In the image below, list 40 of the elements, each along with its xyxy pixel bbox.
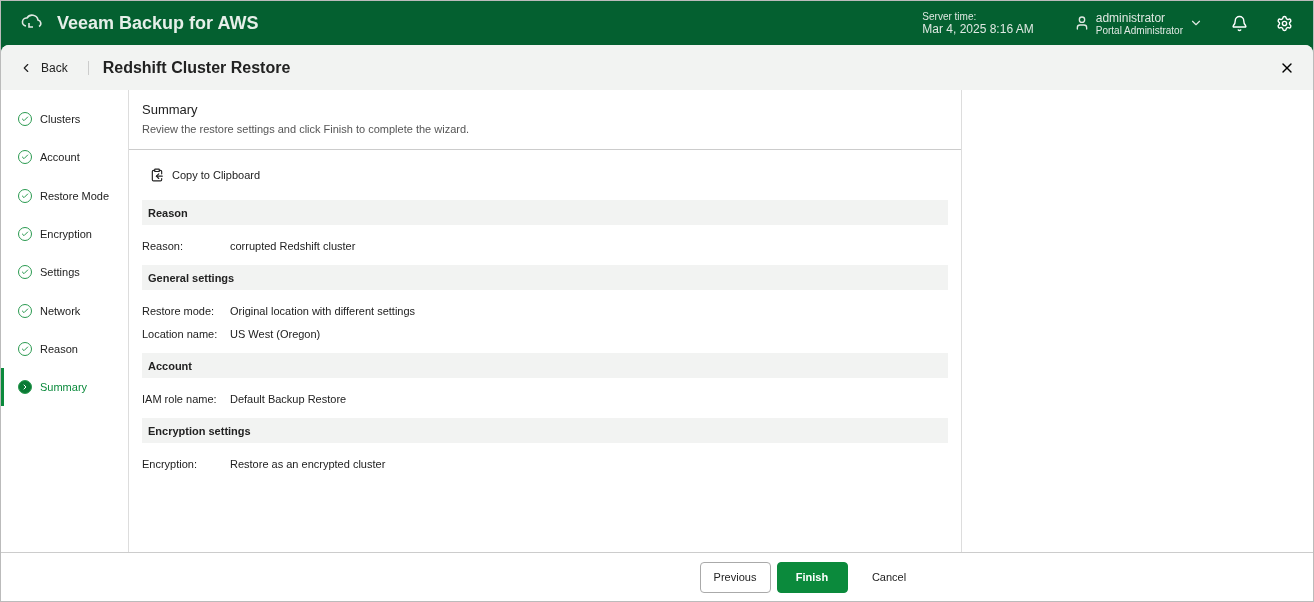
wizard-title: Redshift Cluster Restore: [102, 58, 291, 77]
clipboard-icon: [150, 168, 164, 182]
section-header: Encryption settings: [142, 418, 948, 443]
bell-icon: [1231, 14, 1248, 32]
copy-to-clipboard-button[interactable]: Copy to Clipboard: [142, 168, 269, 182]
wizard-step[interactable]: Restore Mode: [1, 176, 128, 215]
field-value: Restore as an encrypted cluster: [230, 457, 386, 470]
field-value: corrupted Redshift cluster: [230, 239, 356, 252]
section-header: Account: [142, 353, 948, 378]
app-title: Veeam Backup for AWS: [57, 12, 259, 34]
section-header: General settings: [142, 265, 948, 290]
field-value: Default Backup Restore: [230, 392, 347, 405]
wizard-button[interactable]: Finish: [776, 561, 848, 593]
current-step-icon: [18, 380, 32, 395]
page-title: Summary: [142, 102, 199, 117]
wizard-button[interactable]: Previous: [699, 561, 771, 593]
user-role: Portal Administrator: [1095, 24, 1183, 36]
field-label: Encryption:: [142, 457, 199, 470]
server-time: Mar 4, 2025 8:16 AM: [922, 21, 1034, 36]
settings-button[interactable]: [1276, 14, 1293, 32]
section-header: Reason: [142, 200, 948, 225]
gear-icon: [1276, 14, 1293, 32]
wizard-step[interactable]: Settings: [1, 253, 128, 292]
wizard-step[interactable]: Clusters: [1, 100, 128, 139]
page-description: Review the restore settings and click Finish to complete the wizard.: [142, 123, 471, 135]
wizard-step[interactable]: Summary: [1, 368, 128, 407]
wizard-step[interactable]: Reason: [1, 329, 128, 369]
wizard-step[interactable]: Encryption: [1, 214, 128, 254]
field-label: Reason:: [142, 239, 184, 252]
notifications-button[interactable]: [1231, 14, 1248, 32]
server-time-label: Server time:: [922, 10, 978, 22]
field-label: Restore mode:: [142, 304, 216, 317]
back-button[interactable]: Back: [19, 60, 89, 75]
field-label: Location name:: [142, 327, 219, 340]
field-value: Original location with different settings: [230, 304, 416, 317]
user-name: administrator: [1095, 10, 1167, 25]
wizard-step[interactable]: Account: [1, 138, 128, 177]
field-value: US West (Oregon): [230, 327, 321, 340]
field-label: IAM role name:: [142, 392, 218, 405]
wizard-step[interactable]: Network: [1, 291, 128, 330]
